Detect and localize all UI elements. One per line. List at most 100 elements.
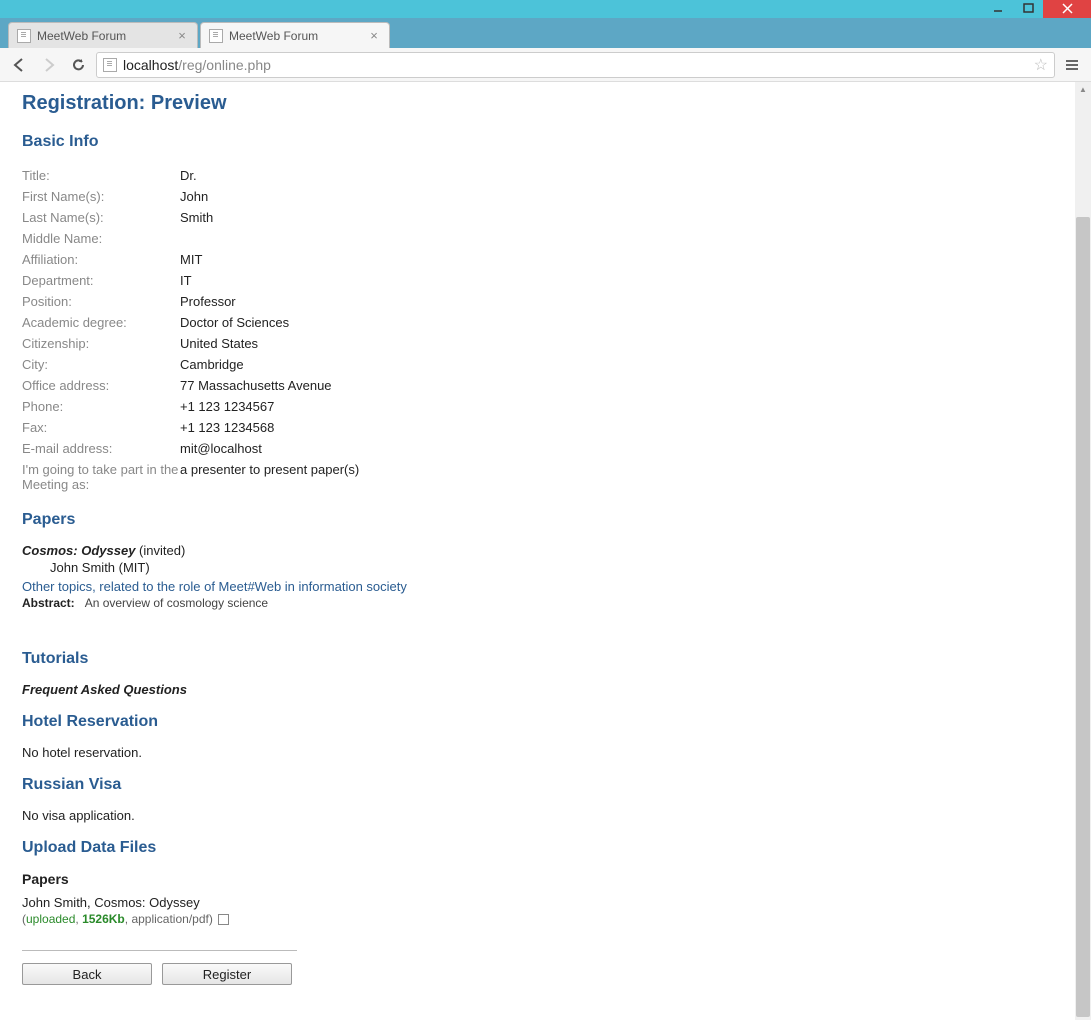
page-icon	[17, 29, 31, 43]
basic-info-table: Title:Dr.First Name(s):JohnLast Name(s):…	[22, 165, 1053, 495]
tab-title: MeetWeb Forum	[37, 29, 126, 43]
page-icon	[209, 29, 223, 43]
info-label: City:	[22, 357, 180, 372]
url-path: /reg/online.php	[178, 57, 271, 73]
info-value: Smith	[180, 210, 213, 225]
info-row: Office address:77 Massachusetts Avenue	[22, 375, 1053, 396]
info-label: Affiliation:	[22, 252, 180, 267]
info-value: a presenter to present paper(s)	[180, 462, 359, 492]
hamburger-menu-button[interactable]	[1059, 52, 1085, 78]
info-label: Position:	[22, 294, 180, 309]
upload-file-line: John Smith, Cosmos: Odyssey	[22, 895, 1053, 910]
window-controls	[983, 0, 1091, 18]
info-row: First Name(s):John	[22, 186, 1053, 207]
window-maximize-button[interactable]	[1013, 0, 1043, 18]
info-row: Department:IT	[22, 270, 1053, 291]
page-content: Registration: Preview Basic Info Title:D…	[0, 82, 1075, 1005]
info-row: Last Name(s):Smith	[22, 207, 1053, 228]
visa-text: No visa application.	[22, 808, 1053, 823]
page-title: Registration: Preview	[22, 92, 1053, 115]
hotel-text: No hotel reservation.	[22, 745, 1053, 760]
document-icon	[218, 914, 229, 925]
info-row: Position:Professor	[22, 291, 1053, 312]
tutorial-item: Frequent Asked Questions	[22, 682, 1053, 697]
address-bar[interactable]: localhost/reg/online.php ☆	[96, 52, 1055, 78]
url-host: localhost	[123, 57, 178, 73]
section-upload: Upload Data Files	[22, 839, 1053, 857]
page-icon	[103, 58, 117, 72]
browser-tab-1[interactable]: MeetWeb Forum ×	[8, 22, 198, 48]
reload-button[interactable]	[66, 52, 92, 78]
tab-title: MeetWeb Forum	[229, 29, 318, 43]
info-row: Title:Dr.	[22, 165, 1053, 186]
info-value: United States	[180, 336, 258, 351]
window-titlebar	[0, 0, 1091, 18]
info-label: Academic degree:	[22, 315, 180, 330]
abstract-text: An overview of cosmology science	[85, 596, 268, 610]
paper-author: John Smith (MIT)	[50, 558, 1053, 577]
close-icon[interactable]: ×	[367, 29, 381, 43]
info-row: I'm going to take part in the Meeting as…	[22, 459, 1053, 495]
info-row: Middle Name:	[22, 228, 1053, 249]
info-label: Title:	[22, 168, 180, 183]
info-label: E-mail address:	[22, 441, 180, 456]
info-value: +1 123 1234568	[180, 420, 274, 435]
scroll-up-arrow[interactable]: ▲	[1075, 82, 1091, 96]
paper-entry: Cosmos: Odyssey (invited) John Smith (MI…	[22, 543, 1053, 610]
upload-status: uploaded	[26, 912, 75, 926]
bookmark-star-icon[interactable]: ☆	[1034, 55, 1048, 75]
register-button[interactable]: Register	[162, 963, 292, 985]
upload-subhead: Papers	[22, 871, 1053, 887]
info-label: Fax:	[22, 420, 180, 435]
section-basic-info: Basic Info	[22, 133, 1053, 151]
scroll-thumb[interactable]	[1076, 217, 1090, 1017]
separator	[22, 950, 297, 951]
info-value: Dr.	[180, 168, 197, 183]
form-buttons: Back Register	[22, 963, 1053, 985]
section-tutorials: Tutorials	[22, 650, 1053, 668]
info-row: Academic degree:Doctor of Sciences	[22, 312, 1053, 333]
info-value: IT	[180, 273, 192, 288]
browser-tab-2[interactable]: MeetWeb Forum ×	[200, 22, 390, 48]
info-label: Department:	[22, 273, 180, 288]
info-label: Last Name(s):	[22, 210, 180, 225]
info-label: I'm going to take part in the Meeting as…	[22, 462, 180, 492]
info-value: John	[180, 189, 208, 204]
window-minimize-button[interactable]	[983, 0, 1013, 18]
info-value: mit@localhost	[180, 441, 262, 456]
info-row: E-mail address:mit@localhost	[22, 438, 1053, 459]
info-value: MIT	[180, 252, 202, 267]
back-form-button[interactable]: Back	[22, 963, 152, 985]
paper-status: (invited)	[135, 543, 185, 558]
section-visa: Russian Visa	[22, 776, 1053, 794]
window-close-button[interactable]	[1043, 0, 1091, 18]
info-row: City:Cambridge	[22, 354, 1053, 375]
close-icon[interactable]: ×	[175, 29, 189, 43]
forward-button[interactable]	[36, 52, 62, 78]
upload-file-meta: (uploaded, 1526Kb, application/pdf)	[22, 912, 1053, 926]
info-label: Middle Name:	[22, 231, 180, 246]
section-papers: Papers	[22, 511, 1053, 529]
info-label: Phone:	[22, 399, 180, 414]
info-value: Professor	[180, 294, 236, 309]
back-button[interactable]	[6, 52, 32, 78]
info-row: Affiliation:MIT	[22, 249, 1053, 270]
browser-tabs: MeetWeb Forum × MeetWeb Forum ×	[0, 18, 1091, 48]
section-hotel: Hotel Reservation	[22, 713, 1053, 731]
info-value: Cambridge	[180, 357, 244, 372]
browser-toolbar: localhost/reg/online.php ☆	[0, 48, 1091, 82]
info-row: Phone:+1 123 1234567	[22, 396, 1053, 417]
paper-title: Cosmos: Odyssey	[22, 543, 135, 558]
paper-abstract: Abstract: An overview of cosmology scienc…	[22, 596, 1053, 610]
abstract-label: Abstract:	[22, 596, 75, 610]
info-value: +1 123 1234567	[180, 399, 274, 414]
info-value: Doctor of Sciences	[180, 315, 289, 330]
upload-size: 1526Kb	[82, 912, 125, 926]
info-value: 77 Massachusetts Avenue	[180, 378, 332, 393]
info-row: Fax:+1 123 1234568	[22, 417, 1053, 438]
info-row: Citizenship:United States	[22, 333, 1053, 354]
paper-title-line: Cosmos: Odyssey (invited)	[22, 543, 1053, 558]
browser-window: MeetWeb Forum × MeetWeb Forum × localhos…	[0, 0, 1091, 1020]
vertical-scrollbar[interactable]: ▲	[1075, 82, 1091, 1020]
upload-mime: application/pdf	[131, 912, 208, 926]
